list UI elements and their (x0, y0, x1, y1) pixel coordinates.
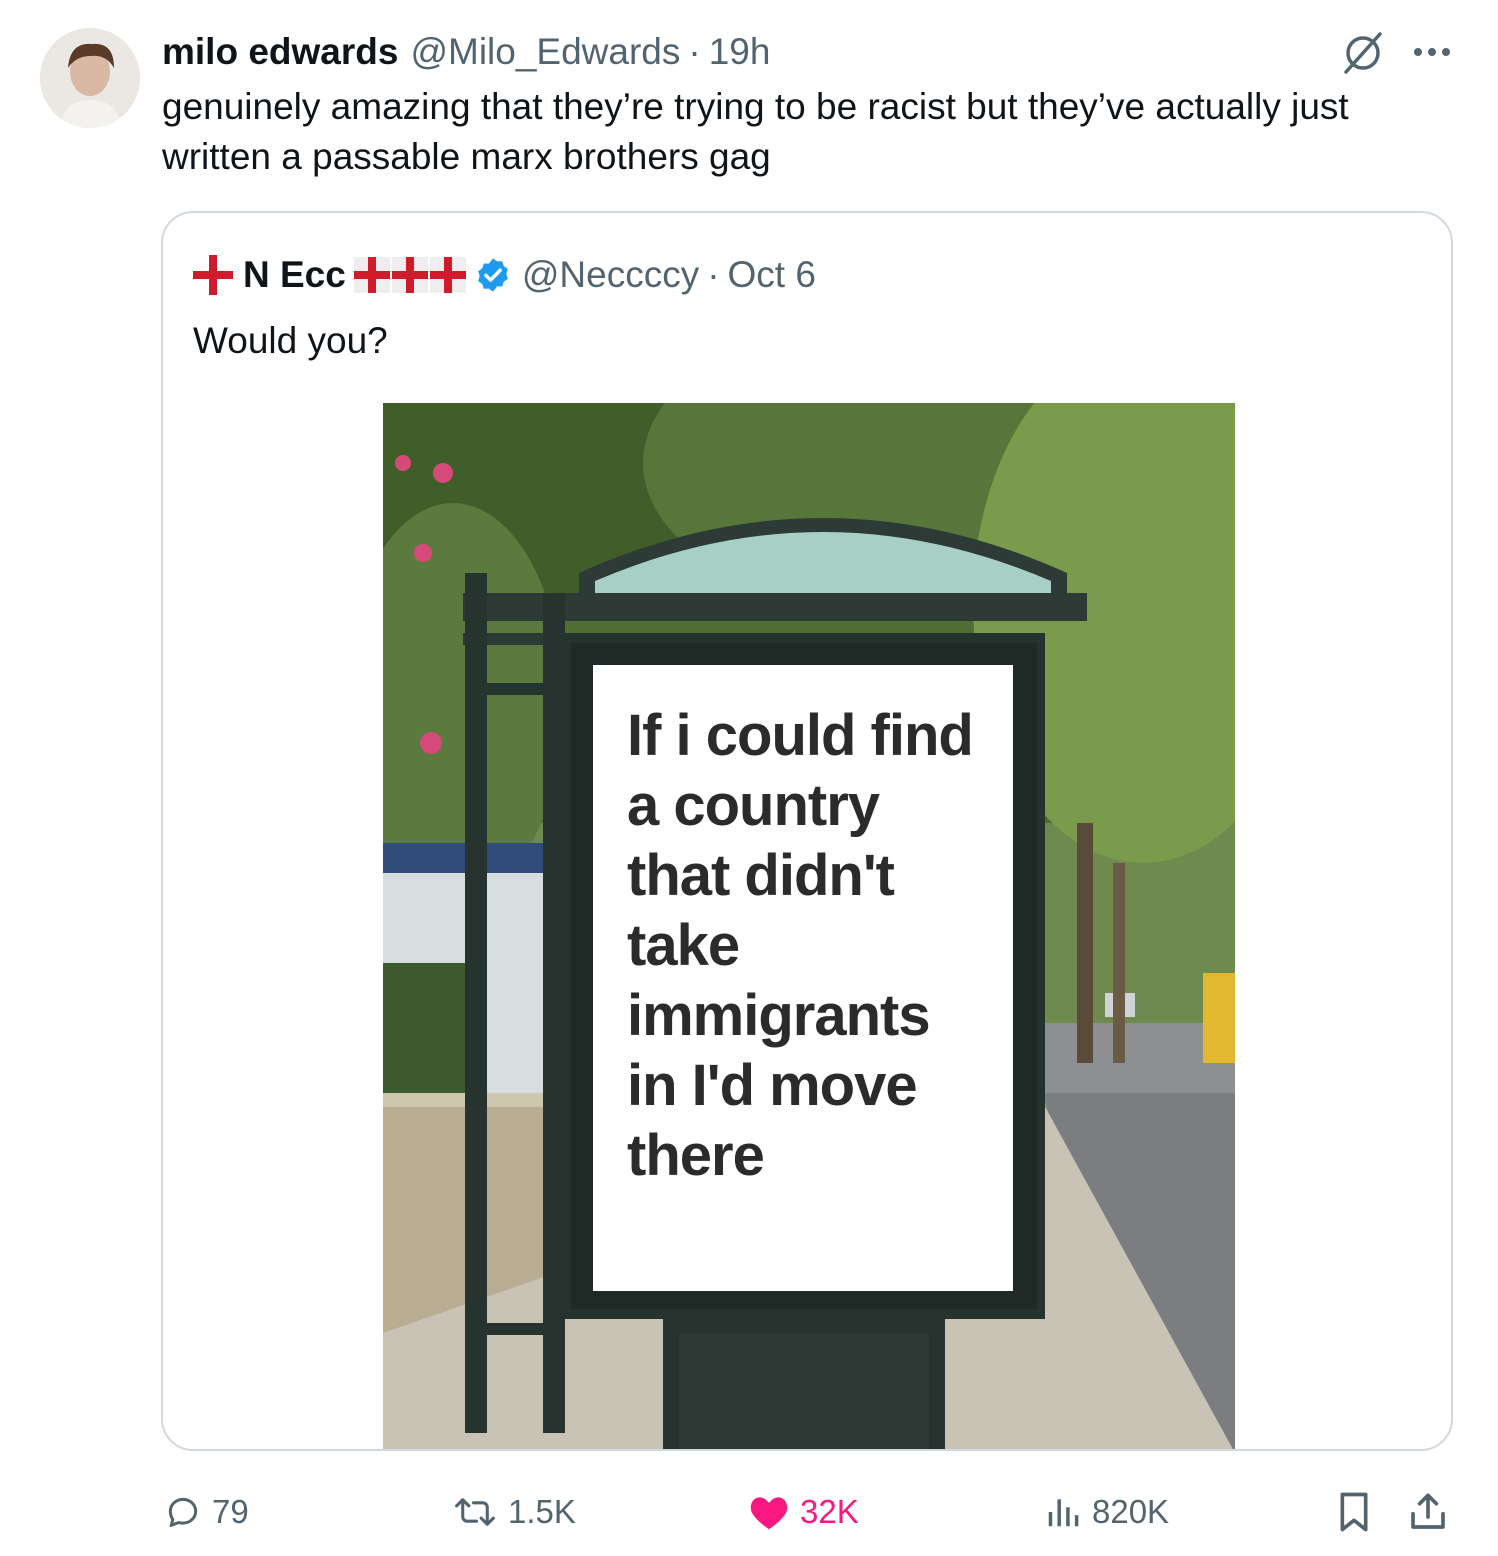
billboard-text: If i could find a country that didn't ta… (627, 703, 974, 1188)
england-flag-icon (391, 257, 428, 293)
tweet-time[interactable]: 19h (709, 31, 771, 73)
bookmark-button[interactable] (1334, 1484, 1384, 1540)
views-button[interactable]: 820K (1044, 1484, 1169, 1540)
quoted-author-name[interactable]: N Ecc (243, 254, 346, 296)
heart-icon (750, 1497, 788, 1530)
grok-icon[interactable] (1340, 30, 1386, 76)
share-icon (1411, 1493, 1445, 1529)
reply-button[interactable]: 79 (164, 1484, 249, 1540)
bookmark-icon (1340, 1492, 1368, 1532)
repost-count: 1.5K (508, 1493, 576, 1530)
billboard-panel: If i could find a country that didn't ta… (593, 665, 1013, 1291)
quoted-text: Would you? (193, 320, 388, 361)
repost-icon (455, 1498, 495, 1526)
reply-icon (168, 1497, 198, 1527)
england-flag-icon (353, 257, 390, 293)
quoted-header: N Ecc @Neccccy · Oct 6 (193, 253, 816, 297)
more-icon[interactable] (1410, 34, 1454, 70)
verified-badge-icon (477, 258, 508, 292)
views-icon (1048, 1499, 1079, 1527)
like-button[interactable]: 32K (748, 1484, 859, 1540)
like-count: 32K (800, 1493, 859, 1530)
author-name[interactable]: milo edwards (162, 31, 398, 73)
action-bar: 79 1.5K 32K 820K (0, 1484, 1498, 1540)
quoted-author-handle[interactable]: @Neccccy (522, 254, 699, 296)
reply-count: 79 (212, 1493, 249, 1530)
repost-button[interactable]: 1.5K (452, 1484, 576, 1540)
england-flag-icon (193, 255, 233, 295)
quoted-tweet[interactable]: N Ecc @Neccccy · Oct 6 Would you? If i c… (161, 211, 1453, 1451)
separator-dot: · (688, 31, 701, 72)
view-count: 820K (1092, 1493, 1170, 1530)
quoted-date[interactable]: Oct 6 (728, 254, 816, 296)
share-button[interactable] (1408, 1484, 1458, 1540)
quoted-media-image[interactable]: If i could find a country that didn't ta… (383, 403, 1235, 1449)
tweet-text: genuinely amazing that they’re trying to… (162, 86, 1349, 177)
author-avatar[interactable] (40, 28, 140, 128)
author-handle[interactable]: @Milo_Edwards (410, 31, 680, 73)
england-flag-icon (429, 257, 466, 293)
tweet-header: milo edwards @Milo_Edwards · 19h (162, 30, 770, 74)
separator-dot: · (707, 254, 720, 295)
